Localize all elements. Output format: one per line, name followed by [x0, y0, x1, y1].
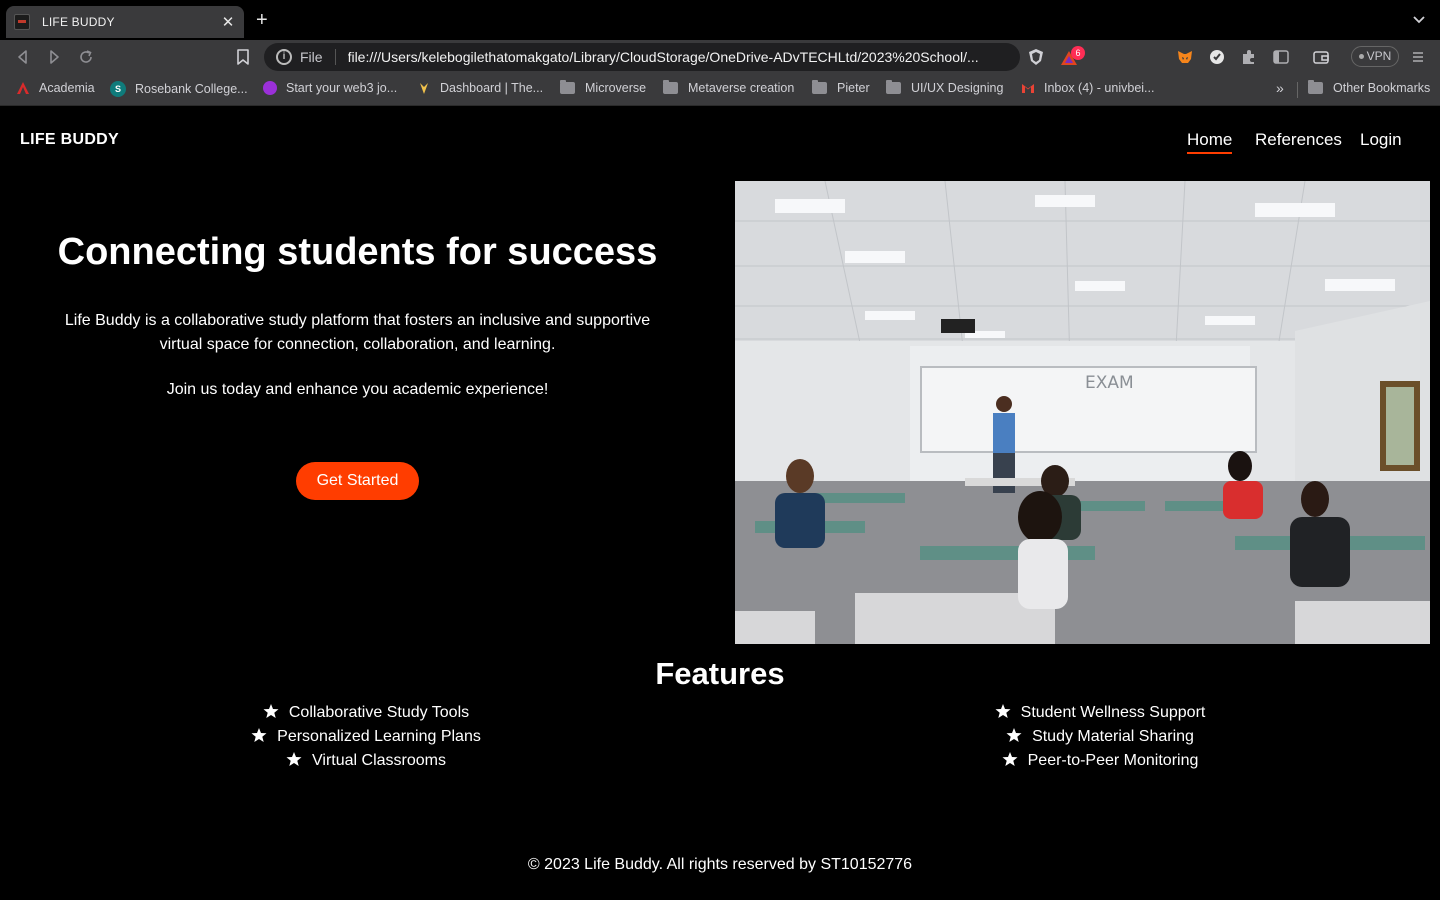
star-icon	[263, 704, 279, 718]
extensions-puzzle-icon[interactable]	[1240, 48, 1258, 66]
menu-icon[interactable]	[1409, 48, 1427, 66]
bookmark-academia[interactable]: Academia	[16, 81, 95, 95]
bookmark-metaverse-creation[interactable]: Metaverse creation	[663, 80, 795, 95]
star-icon	[995, 704, 1011, 718]
address-scheme-label: File	[300, 49, 323, 65]
extension-circle-icon[interactable]	[1208, 48, 1226, 66]
brave-rewards-button[interactable]: 6	[1060, 46, 1086, 68]
feature-label: Collaborative Study Tools	[288, 704, 470, 721]
more-bookmarks-icon[interactable]: »	[1276, 80, 1284, 96]
bookmark-label: UI/UX Designing	[911, 81, 1004, 95]
feature-label: Study Material Sharing	[1032, 728, 1194, 745]
nav-link-home[interactable]: Home	[1187, 130, 1233, 154]
bookmark-icon[interactable]	[234, 48, 252, 66]
folder-icon	[886, 80, 901, 94]
hero-title: Connecting students for success	[57, 231, 658, 273]
bookmark-web3[interactable]: Start your web3 jo...	[263, 81, 397, 95]
feature-item: Personalized Learning Plans	[166, 727, 566, 751]
wallet-icon[interactable]	[1312, 48, 1330, 66]
hero-description: Life Buddy is a collaborative study plat…	[64, 312, 651, 353]
sharepoint-icon: S	[110, 81, 126, 97]
feature-item: Study Material Sharing	[900, 727, 1300, 751]
vpn-status-icon	[1358, 54, 1364, 60]
browser-toolbar: i File file:///Users/kelebogilethatomakg…	[0, 40, 1440, 73]
site-header: LIFE BUDDY Home References Login	[0, 107, 1440, 171]
features-list-right: Student Wellness Support Study Material …	[900, 703, 1300, 775]
dashboard-icon	[420, 83, 428, 94]
forward-icon[interactable]	[45, 48, 63, 66]
back-icon[interactable]	[14, 48, 32, 66]
bookmark-rosebank-college[interactable]: S Rosebank College...	[110, 81, 248, 97]
tab-title: LIFE BUDDY	[42, 15, 115, 29]
feature-label: Peer-to-Peer Monitoring	[1027, 752, 1199, 769]
folder-icon	[1308, 80, 1323, 94]
feature-item: Virtual Classrooms	[166, 751, 566, 775]
hero-join-text: Join us today and enhance you academic e…	[166, 381, 549, 398]
browser-tab-bar: LIFE BUDDY ✕ +	[0, 0, 1440, 40]
bookmarks-divider	[1297, 82, 1298, 98]
browser-tab[interactable]: LIFE BUDDY ✕	[6, 6, 244, 38]
get-started-button[interactable]: Get Started	[296, 462, 419, 500]
bookmark-uiux-designing[interactable]: UI/UX Designing	[886, 80, 1004, 95]
bookmark-label: Academia	[39, 81, 95, 95]
classroom-illustration: EXAM	[735, 181, 1430, 644]
bookmark-label: Metaverse creation	[688, 81, 795, 95]
bookmark-label: Dashboard | The...	[440, 81, 544, 95]
gmail-icon	[1022, 84, 1034, 93]
academia-icon	[17, 82, 29, 94]
bookmark-label: Start your web3 jo...	[286, 81, 398, 95]
feature-label: Personalized Learning Plans	[277, 728, 481, 745]
info-icon[interactable]: i	[276, 49, 292, 65]
bookmark-pieter[interactable]: Pieter	[812, 80, 870, 95]
feature-item: Peer-to-Peer Monitoring	[900, 751, 1300, 775]
bookmark-label: Pieter	[837, 81, 870, 95]
folder-icon	[663, 80, 678, 94]
web3-icon	[263, 81, 277, 95]
reload-icon[interactable]	[77, 48, 95, 66]
whiteboard-text: EXAM	[1085, 373, 1134, 393]
feature-item: Student Wellness Support	[900, 703, 1300, 727]
star-icon	[286, 752, 302, 766]
star-icon	[1006, 728, 1022, 742]
vpn-label: VPN	[1366, 49, 1392, 63]
features-title: Features	[655, 656, 785, 691]
brave-shield-icon[interactable]	[1027, 48, 1045, 66]
bookmark-inbox[interactable]: Inbox (4) - univbei...	[1021, 81, 1154, 95]
feature-label: Virtual Classrooms	[312, 752, 446, 769]
feature-item: Collaborative Study Tools	[166, 703, 566, 727]
bookmarks-bar: Academia S Rosebank College... Start you…	[0, 73, 1440, 106]
metamask-icon[interactable]	[1176, 48, 1194, 66]
new-tab-icon[interactable]: +	[256, 10, 268, 30]
tab-favicon-icon	[14, 14, 30, 30]
rewards-badge: 6	[1071, 46, 1085, 60]
sidebar-toggle-icon[interactable]	[1272, 48, 1290, 66]
address-url[interactable]: file:///Users/kelebogilethatomakgato/Lib…	[348, 49, 979, 65]
address-divider	[334, 49, 336, 65]
site-logo[interactable]: LIFE BUDDY	[20, 131, 119, 149]
folder-icon	[812, 80, 827, 94]
classroom-photo: EXAM	[735, 181, 1430, 644]
address-bar[interactable]: i File file:///Users/kelebogilethatomakg…	[264, 43, 1020, 71]
bookmark-label: Other Bookmarks	[1333, 81, 1431, 95]
bookmark-other[interactable]: Other Bookmarks	[1308, 80, 1431, 95]
star-icon	[251, 728, 267, 742]
bookmark-label: Rosebank College...	[135, 82, 248, 96]
bookmark-label: Microverse	[585, 81, 647, 95]
bookmark-dashboard[interactable]: Dashboard | The...	[417, 81, 543, 95]
chevron-down-icon[interactable]	[1412, 12, 1426, 26]
folder-icon	[560, 80, 575, 94]
bookmark-label: Inbox (4) - univbei...	[1044, 81, 1155, 95]
vpn-button[interactable]: VPN	[1351, 46, 1399, 67]
features-list-left: Collaborative Study Tools Personalized L…	[166, 703, 566, 775]
feature-label: Student Wellness Support	[1020, 704, 1206, 721]
site-footer: © 2023 Life Buddy. All rights reserved b…	[527, 856, 913, 873]
tab-close-icon[interactable]: ✕	[220, 13, 236, 31]
nav-link-references[interactable]: References	[1255, 130, 1342, 150]
star-icon	[1002, 752, 1018, 766]
bookmark-microverse[interactable]: Microverse	[560, 80, 647, 95]
nav-link-login[interactable]: Login	[1360, 130, 1402, 150]
